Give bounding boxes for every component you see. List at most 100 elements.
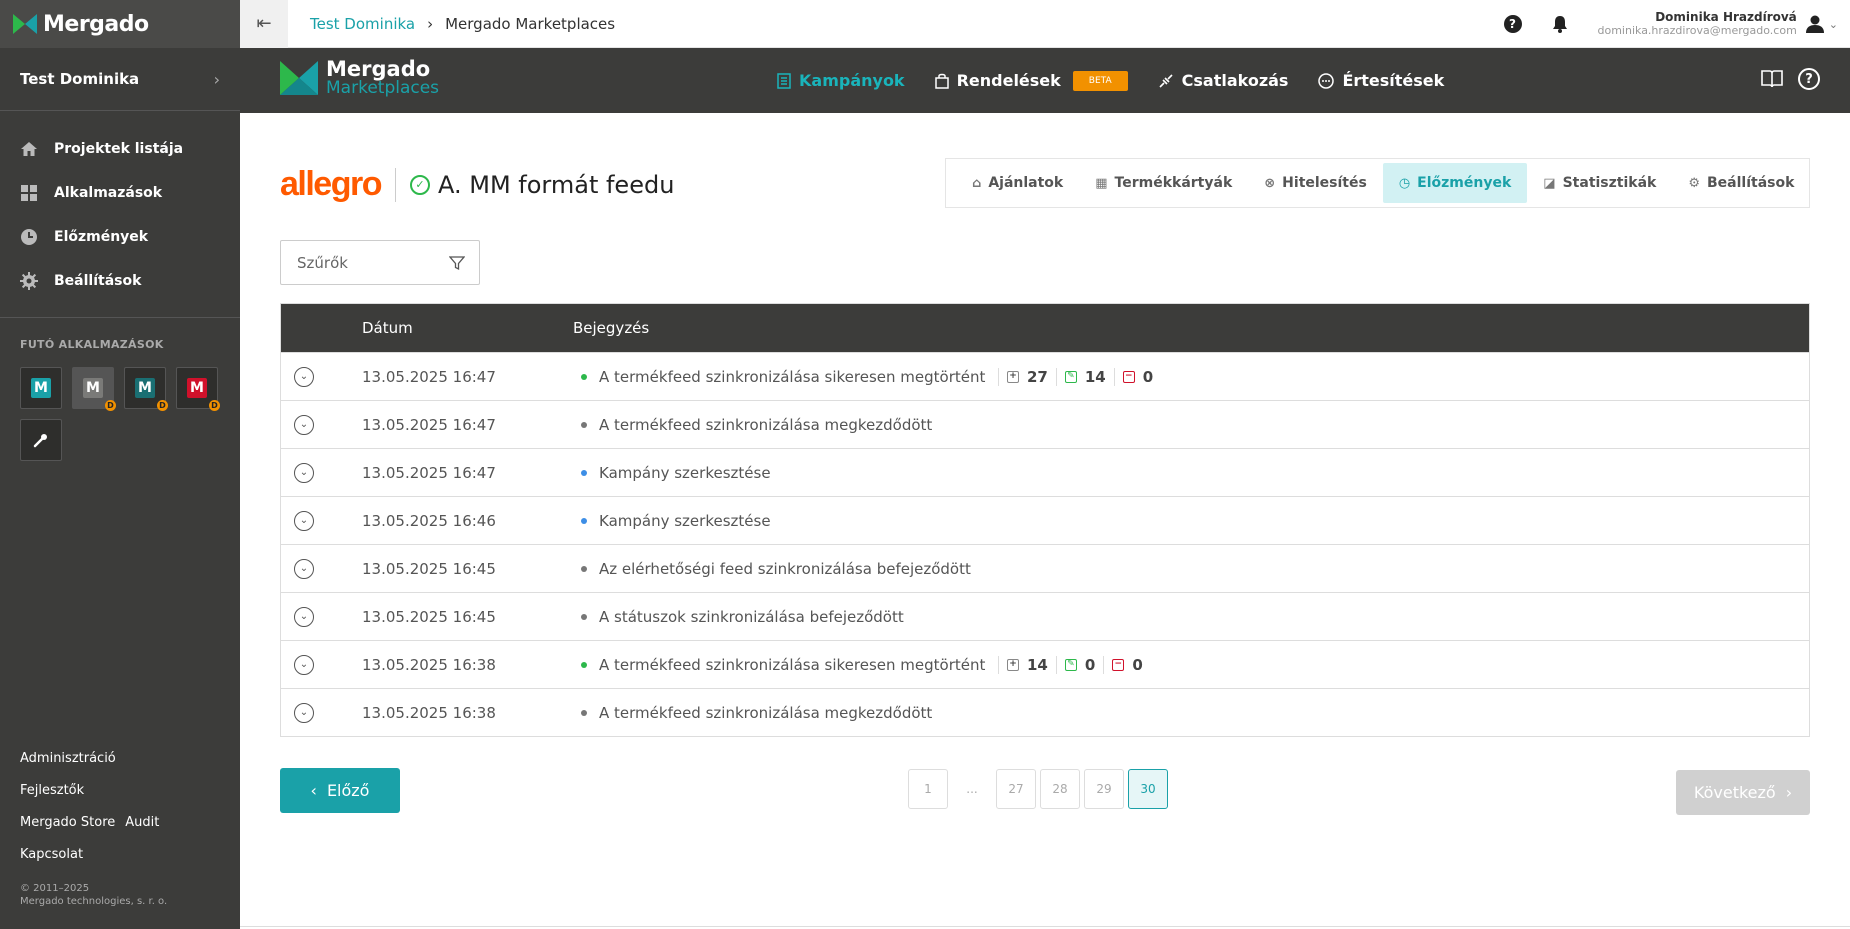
- nav-notifications[interactable]: Értesítések: [1318, 71, 1444, 90]
- row-date: 13.05.2025 16:38: [362, 655, 496, 674]
- table-row: ⌄ 13.05.2025 16:47 A termékfeed szinkron…: [281, 400, 1809, 448]
- mergado-logo-icon: [13, 14, 37, 34]
- table-row: ⌄ 13.05.2025 16:38 A termékfeed szinkron…: [281, 688, 1809, 736]
- store-link[interactable]: Mergado Store: [20, 815, 115, 830]
- tab-authentication[interactable]: ⊗ Hitelesítés: [1248, 163, 1383, 203]
- developers-link[interactable]: Fejlesztők: [20, 774, 159, 806]
- running-app-4[interactable]: M D: [176, 367, 220, 411]
- status-dot: [581, 566, 587, 572]
- grid-icon: ▦: [1095, 175, 1108, 191]
- marketplace-logo: allegro: [280, 165, 382, 203]
- expand-icon[interactable]: ⌄: [294, 510, 314, 531]
- project-name: Test Dominika: [20, 70, 140, 88]
- chevron-right-icon: ›: [427, 14, 434, 33]
- store-links: Mergado Store Audit: [20, 806, 159, 838]
- expand-icon[interactable]: ⌄: [294, 462, 314, 483]
- table-row: ⌄ 13.05.2025 16:46 Kampány szerkesztése: [281, 496, 1809, 544]
- table-row: ⌄ 13.05.2025 16:38 A termékfeed szinkron…: [281, 640, 1809, 688]
- page-30[interactable]: 30: [1128, 769, 1168, 809]
- filter-button[interactable]: Szűrők: [280, 240, 480, 285]
- plug-icon: [1159, 73, 1173, 88]
- tab-statistics[interactable]: ◪ Statisztikák: [1527, 163, 1672, 203]
- breadcrumb: Test Dominika › Mergado Marketplaces: [288, 15, 615, 33]
- running-app-3[interactable]: M D: [124, 367, 168, 411]
- page-28[interactable]: 28: [1040, 769, 1080, 809]
- tab-label: Ajánlatok: [988, 175, 1064, 191]
- column-date: Dátum: [362, 319, 413, 337]
- audit-link[interactable]: Audit: [125, 815, 159, 830]
- app-icon: M: [187, 378, 207, 398]
- home-icon: [21, 142, 37, 156]
- marketplaces-logo[interactable]: Mergado Marketplaces: [280, 59, 439, 97]
- book-icon[interactable]: [1760, 68, 1784, 90]
- collapse-sidebar-button[interactable]: ⇤: [240, 0, 288, 48]
- user-info[interactable]: Dominika Hrazdírová dominika.hrazdirova@…: [1598, 10, 1797, 38]
- bell-icon[interactable]: [1552, 15, 1568, 33]
- running-apps-title: FUTÓ ALKALMAZÁSOK: [20, 338, 164, 351]
- clock-icon: [21, 229, 37, 245]
- expand-icon[interactable]: ⌄: [294, 366, 314, 387]
- mergado-logo[interactable]: Mergado: [0, 0, 240, 48]
- running-app-tool[interactable]: [20, 419, 62, 461]
- expand-icon[interactable]: ⌄: [294, 606, 314, 627]
- next-label: Következő: [1693, 783, 1776, 802]
- table-row: ⌄ 13.05.2025 16:45 A státuszok szinkroni…: [281, 592, 1809, 640]
- sidebar-item-projects[interactable]: Projektek listája: [0, 127, 240, 171]
- nav-connect[interactable]: Csatlakozás: [1158, 71, 1288, 90]
- user-email: dominika.hrazdirova@mergado.com: [1597, 24, 1797, 37]
- row-date: 13.05.2025 16:47: [362, 463, 496, 482]
- bottom-divider: [240, 926, 1850, 927]
- stat-added: +27: [998, 367, 1056, 386]
- tab-product-cards[interactable]: ▦ Termékkártyák: [1079, 163, 1248, 203]
- sidebar-nav: Projektek listája Alkalmazások Előzménye…: [0, 111, 240, 303]
- expand-icon[interactable]: ⌄: [294, 702, 314, 723]
- column-entry: Bejegyzés: [573, 319, 650, 337]
- plus-square-icon: +: [1007, 658, 1019, 671]
- expand-icon[interactable]: ⌄: [294, 654, 314, 675]
- expand-icon[interactable]: ⌄: [294, 414, 314, 435]
- next-button[interactable]: Következő ›: [1676, 770, 1810, 815]
- help-icon[interactable]: ?: [1503, 15, 1522, 33]
- row-date: 13.05.2025 16:46: [362, 511, 496, 530]
- nav-orders[interactable]: Rendelések BETA: [934, 70, 1128, 91]
- sync-stats: +27 ✎ 14 −0: [998, 367, 1161, 386]
- copyright: © 2011–2025 Mergado technologies, s. r. …: [20, 882, 167, 908]
- campaign-name: A. MM formát feedu: [437, 170, 675, 199]
- sidebar-item-label: Előzmények: [54, 229, 149, 245]
- campaign-header: allegro ✓ A. MM formát feedu: [280, 165, 674, 204]
- running-app-1[interactable]: M: [20, 367, 62, 409]
- breadcrumb-project[interactable]: Test Dominika: [310, 15, 415, 33]
- tab-offers[interactable]: ⌂ Ajánlatok: [956, 163, 1079, 203]
- contact-link[interactable]: Kapcsolat: [20, 838, 159, 870]
- stat-value: 0: [1142, 367, 1154, 386]
- page-1[interactable]: 1: [908, 769, 948, 809]
- grid-icon: [21, 185, 37, 201]
- tab-history[interactable]: ◷ Előzmények: [1382, 163, 1528, 203]
- tab-settings[interactable]: ⚙ Beállítások: [1672, 163, 1810, 203]
- app-icon: M: [83, 378, 103, 398]
- table-row: ⌄ 13.05.2025 16:45 Az elérhetőségi feed …: [281, 544, 1809, 592]
- admin-link[interactable]: Adminisztráció: [20, 742, 159, 774]
- table-row: ⌄ 13.05.2025 16:47 Kampány szerkesztése: [281, 448, 1809, 496]
- page-27[interactable]: 27: [996, 769, 1036, 809]
- status-dot: [581, 518, 587, 524]
- check-circle-icon: ✓: [409, 174, 430, 195]
- running-app-2[interactable]: M D: [72, 367, 116, 411]
- sidebar-item-history[interactable]: Előzmények: [0, 215, 240, 259]
- sidebar-item-apps[interactable]: Alkalmazások: [0, 171, 240, 215]
- page-29[interactable]: 29: [1084, 769, 1124, 809]
- help-circle-icon[interactable]: ?: [1798, 68, 1820, 90]
- user-icon: [1805, 15, 1824, 33]
- user-menu[interactable]: ⌄: [1805, 14, 1838, 34]
- sidebar-item-settings[interactable]: Beállítások: [0, 259, 240, 303]
- topbar-right: ? Dominika Hrazdírová dominika.hrazdirov…: [1503, 0, 1850, 48]
- project-switcher[interactable]: Test Dominika ›: [0, 48, 240, 111]
- nav-campaigns[interactable]: Kampányok: [777, 71, 905, 90]
- chat-icon: [1318, 72, 1335, 89]
- tab-label: Statisztikák: [1562, 175, 1657, 191]
- user-name: Dominika Hrazdírová: [1655, 10, 1797, 24]
- marketplaces-logo-icon: [280, 61, 318, 95]
- row-date: 13.05.2025 16:47: [362, 367, 496, 386]
- expand-icon[interactable]: ⌄: [294, 558, 314, 579]
- previous-button[interactable]: ‹ Előző: [280, 768, 400, 813]
